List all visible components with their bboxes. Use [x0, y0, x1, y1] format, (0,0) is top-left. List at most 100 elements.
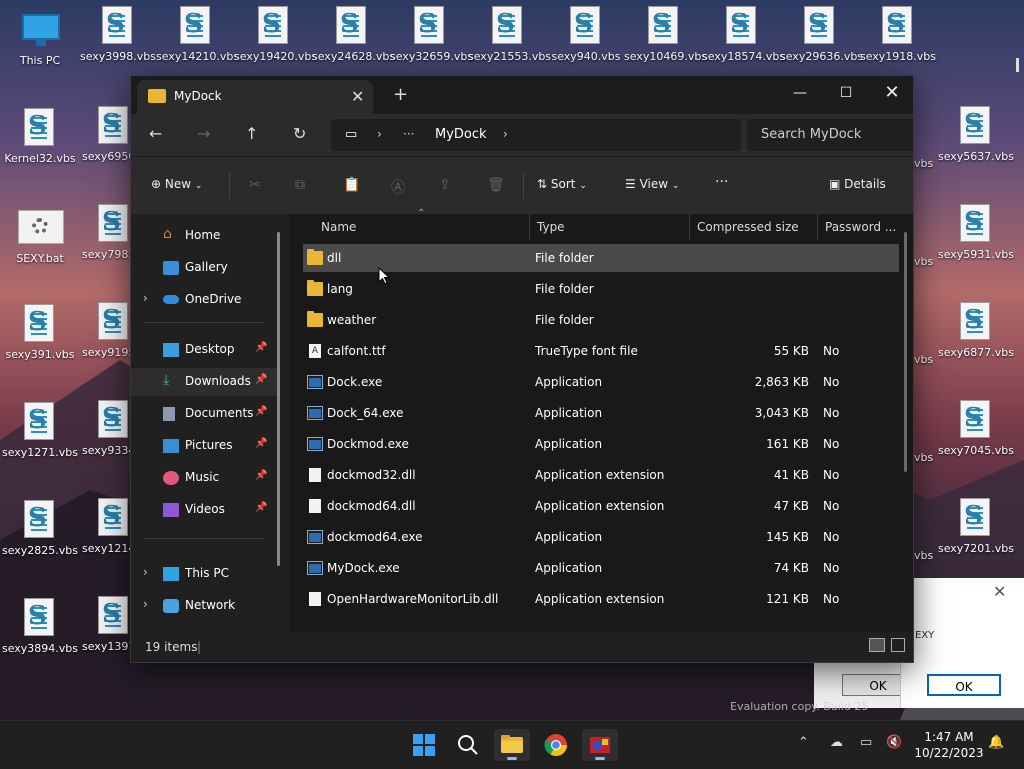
column-header-size[interactable]: Compressed size [697, 220, 799, 234]
cut-icon[interactable]: ✂ [249, 177, 261, 193]
pin-icon[interactable]: 📌 [255, 342, 267, 353]
chevron-right-icon[interactable]: › [503, 127, 508, 141]
table-row[interactable]: weather File folder [303, 306, 899, 334]
search-input[interactable]: Search MyDock [747, 119, 913, 151]
chevron-up-icon[interactable]: ⌃ [798, 735, 809, 750]
desktop-icon-vbs[interactable]: Ssexy3998.vbs [78, 6, 158, 63]
nav-item-onedrive[interactable]: › OneDrive [131, 286, 279, 314]
desktop-icon-vbs[interactable]: Ssexy3894.vbs [0, 598, 80, 655]
table-row[interactable]: Dockmod.exe Application 161 KB No [303, 430, 899, 458]
details-view-icon[interactable] [869, 638, 885, 652]
sort-button[interactable]: ⇅ Sort ⌄ [537, 177, 587, 191]
desktop-icon-vbs[interactable]: Ssexy14210.vbs [156, 6, 239, 63]
chevron-right-icon[interactable]: › [143, 597, 148, 611]
desktop-icon-vbs[interactable]: Ssexy18574.vbs [702, 6, 785, 63]
clock[interactable]: 1:47 AM 10/22/2023 [914, 729, 984, 761]
chevron-right-icon[interactable]: › [143, 565, 148, 579]
column-divider[interactable] [689, 214, 690, 240]
chevron-right-icon[interactable]: › [143, 291, 148, 305]
desktop-icon-vbs[interactable]: Ssexy391.vbs [0, 304, 80, 361]
desktop-icon-vbs[interactable]: Ssexy19420.vbs [234, 6, 317, 63]
desktop-icon-vbs[interactable]: Ssexy940.vbs [546, 6, 626, 63]
table-row[interactable]: dockmod64.exe Application 145 KB No [303, 523, 899, 551]
desktop-icon-vbs[interactable]: Ssexy6877.vbs [936, 302, 1016, 359]
monitor-tray-icon[interactable]: ▭ [860, 735, 872, 750]
details-button[interactable]: ▣ Details [829, 177, 886, 191]
new-button[interactable]: ⊕ New ⌄ [151, 177, 202, 191]
nav-item-gallery[interactable]: Gallery [131, 254, 279, 282]
vertical-scrollbar[interactable] [904, 232, 907, 472]
desktop-icon-vbs[interactable]: Ssexy9195 [76, 302, 132, 359]
volume-muted-icon[interactable]: 🔇 [886, 735, 902, 750]
table-row[interactable]: Dock.exe Application 2,863 KB No [303, 368, 899, 396]
column-divider[interactable] [529, 214, 530, 240]
search-button[interactable] [450, 729, 486, 761]
address-bar[interactable]: ▭ › ··· MyDock › [331, 119, 741, 151]
close-window-button[interactable]: ✕ [869, 78, 913, 108]
close-tab-icon[interactable]: ✕ [351, 87, 364, 106]
nav-item-documents[interactable]: Documents 📌 [131, 400, 279, 428]
desktop-icon-vbs[interactable]: Ssexy5931.vbs [936, 204, 1016, 261]
refresh-icon[interactable]: ↻ [293, 124, 306, 143]
paste-icon[interactable]: 📋 [343, 177, 360, 193]
desktop-icon-vbs[interactable]: Ssexy32659.vbs [390, 6, 473, 63]
desktop-icon-vbs[interactable]: S Kernel32.vbs [0, 108, 80, 165]
rename-icon[interactable]: Ⓐ [391, 177, 405, 197]
table-row[interactable]: dll File folder [303, 244, 899, 272]
nav-item-desktop[interactable]: Desktop 📌 [131, 336, 279, 364]
breadcrumb-mydock[interactable]: MyDock [435, 127, 487, 142]
desktop-icon-vbs[interactable]: Ssexy12148 [76, 498, 132, 555]
desktop-icon-vbs[interactable]: Ssexy2825.vbs [0, 500, 80, 557]
chrome-taskbar-button[interactable] [538, 729, 574, 761]
view-button[interactable]: ☰ View ⌄ [625, 177, 679, 191]
new-tab-icon[interactable]: + [393, 84, 408, 105]
table-row[interactable]: OpenHardwareMonitorLib.dll Application ex… [303, 585, 899, 613]
up-arrow-icon[interactable]: ↑ [245, 124, 258, 143]
table-row[interactable]: Dock_64.exe Application 3,043 KB No [303, 399, 899, 427]
file-explorer-taskbar-button[interactable] [494, 729, 530, 761]
more-options-icon[interactable]: ··· [715, 174, 728, 190]
desktop-icon-vbs[interactable]: Ssexy10469.vbs [624, 6, 707, 63]
table-row[interactable]: MyDock.exe Application 74 KB No [303, 554, 899, 582]
desktop-icon-vbs[interactable]: Ssexy9334 [76, 400, 132, 457]
desktop-icon-vbs[interactable]: Ssexy1918.vbs [858, 6, 938, 63]
desktop-icon-partial[interactable] [1016, 58, 1024, 72]
desktop-icon-vbs[interactable]: Ssexy13911 [76, 596, 132, 653]
nav-item-network[interactable]: › Network [131, 592, 279, 620]
delete-icon[interactable]: 🗑 [487, 177, 505, 193]
close-icon[interactable]: ✕ [993, 582, 1006, 601]
nav-item-downloads[interactable]: ⤓ Downloads 📌 [131, 368, 279, 396]
pin-icon[interactable]: 📌 [255, 470, 267, 481]
start-button[interactable] [406, 729, 442, 761]
nav-scrollbar[interactable] [277, 232, 280, 566]
tiles-view-icon[interactable] [891, 638, 905, 652]
desktop-icon-vbs[interactable]: Ssexy6950 [76, 106, 132, 163]
share-icon[interactable]: ⇪ [439, 177, 451, 193]
notifications-bell-icon[interactable]: 🔔 [988, 735, 1004, 750]
desktop-icon-vbs[interactable]: Ssexy7045.vbs [936, 400, 1016, 457]
column-header-password[interactable]: Password ... [825, 220, 896, 234]
nav-item-music[interactable]: Music 📌 [131, 464, 279, 492]
forward-arrow-icon[interactable]: → [197, 124, 210, 143]
desktop-icon-vbs[interactable]: Ssexy7983 [76, 204, 132, 261]
pin-icon[interactable]: 📌 [255, 438, 267, 449]
copy-icon[interactable]: ⧉ [295, 177, 305, 193]
table-row[interactable]: dockmod64.dll Application extension 47 KB N… [303, 492, 899, 520]
table-row[interactable]: dockmod32.dll Application extension 41 KB N… [303, 461, 899, 489]
desktop-icon-vbs[interactable]: Ssexy5637.vbs [936, 106, 1016, 163]
tab-mydock[interactable]: MyDock ✕ [137, 80, 373, 114]
desktop-icon-vbs[interactable]: Ssexy29636.vbs [780, 6, 863, 63]
column-header-name[interactable]: Name [321, 220, 356, 234]
pin-icon[interactable]: 📌 [255, 374, 267, 385]
nav-item-this-pc[interactable]: › This PC [131, 560, 279, 588]
pin-icon[interactable]: 📌 [255, 502, 267, 513]
column-divider[interactable] [817, 214, 818, 240]
desktop-icon-bat[interactable]: SEXY.bat [0, 208, 80, 265]
app-taskbar-button[interactable] [582, 729, 618, 761]
desktop-icon-vbs[interactable]: Ssexy7201.vbs [936, 498, 1016, 555]
desktop-icon-vbs[interactable]: Ssexy24628.vbs [312, 6, 395, 63]
minimize-button[interactable]: — [777, 78, 823, 108]
nav-item-home[interactable]: ⌂ Home [131, 222, 279, 250]
pin-icon[interactable]: 📌 [255, 406, 267, 417]
ok-button[interactable]: OK [927, 674, 1001, 696]
